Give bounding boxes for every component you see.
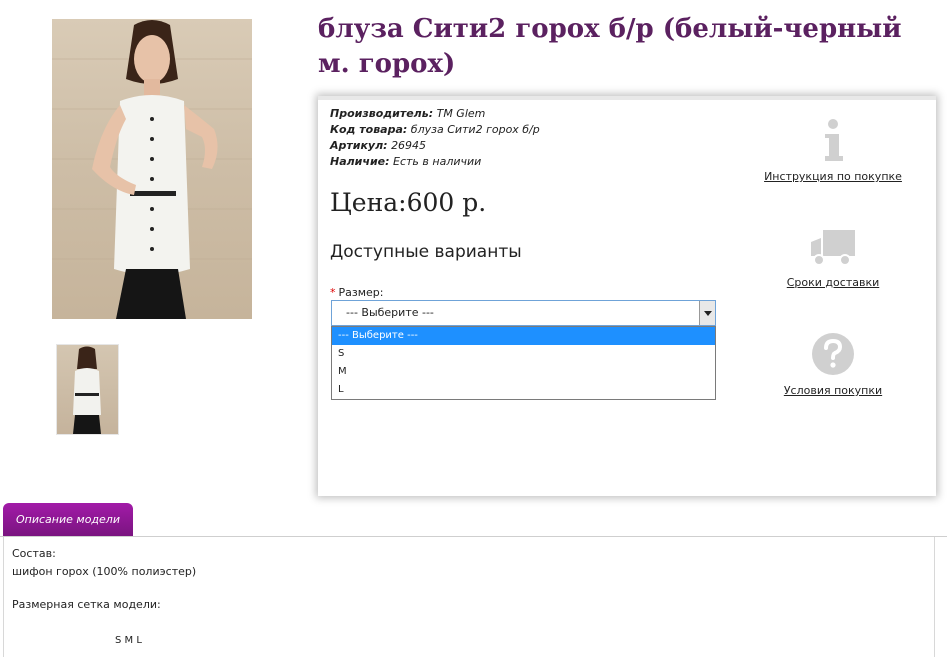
- size-dropdown-list[interactable]: --- Выберите --- S M L: [331, 326, 716, 400]
- meta-manufacturer-value[interactable]: TM Glem: [437, 107, 486, 120]
- meta-code: Код товара: блуза Сити2 горох б/р: [330, 122, 540, 138]
- product-price: Цена:600 р.: [330, 188, 487, 217]
- size-option[interactable]: L: [332, 381, 715, 399]
- meta-code-value: блуза Сити2 горох б/р: [410, 123, 540, 136]
- size-select[interactable]: --- Выберите ---: [331, 300, 716, 326]
- product-title: блуза Сити2 горох б/р (белый-черный м. г…: [318, 14, 902, 79]
- description-content: Состав: шифон горох (100% полиэстер) Раз…: [3, 537, 935, 657]
- meta-code-label: Код товара:: [330, 123, 408, 136]
- size-option[interactable]: M: [332, 363, 715, 381]
- chevron-down-icon[interactable]: [699, 301, 715, 325]
- thumbnail-illustration: [73, 346, 101, 434]
- size-option[interactable]: S: [332, 345, 715, 363]
- product-info-panel: Производитель: TM Glem Код товара: блуза…: [318, 96, 936, 496]
- question-icon: [812, 333, 854, 375]
- composition-label: Состав:: [12, 547, 56, 560]
- terms-link[interactable]: Условия покупки: [784, 384, 882, 397]
- size-select-value: --- Выберите ---: [346, 306, 434, 319]
- delivery-link[interactable]: Сроки доставки: [787, 276, 880, 289]
- meta-availability: Наличие: Есть в наличии: [330, 154, 540, 170]
- delivery-block: Сроки доставки: [758, 226, 908, 290]
- meta-availability-label: Наличие:: [330, 155, 390, 168]
- size-label: * Размер:: [330, 286, 383, 299]
- meta-availability-value: Есть в наличии: [393, 155, 482, 168]
- terms-block: Условия покупки: [758, 332, 908, 398]
- meta-article-value: 26945: [391, 139, 427, 152]
- meta-article: Артикул: 26945: [330, 138, 540, 154]
- meta-manufacturer-label: Производитель:: [330, 107, 434, 120]
- truck-icon: [811, 230, 855, 266]
- product-meta: Производитель: TM Glem Код товара: блуза…: [330, 106, 540, 170]
- size-grid-header: S M L: [115, 635, 142, 646]
- side-links: Инструкция по покупке Сроки доставки Усл…: [758, 100, 908, 500]
- instructions-block: Инструкция по покупке: [758, 118, 908, 184]
- product-thumbnail[interactable]: [56, 344, 119, 435]
- meta-article-label: Артикул:: [330, 139, 388, 152]
- product-main-image[interactable]: [52, 19, 252, 319]
- info-icon: [825, 119, 843, 161]
- instructions-link[interactable]: Инструкция по покупке: [764, 170, 902, 183]
- tab-description[interactable]: Описание модели: [3, 503, 133, 536]
- model-photo-illustration: [52, 20, 252, 319]
- required-marker: *: [330, 286, 336, 299]
- size-grid-label: Размерная сетка модели:: [12, 598, 161, 611]
- size-option[interactable]: --- Выберите ---: [332, 327, 715, 345]
- composition-value: шифон горох (100% полиэстер): [12, 565, 197, 578]
- variants-title: Доступные варианты: [330, 242, 522, 262]
- meta-manufacturer: Производитель: TM Glem: [330, 106, 540, 122]
- size-label-text: Размер:: [338, 286, 384, 299]
- product-tabs: Описание модели: [0, 500, 947, 537]
